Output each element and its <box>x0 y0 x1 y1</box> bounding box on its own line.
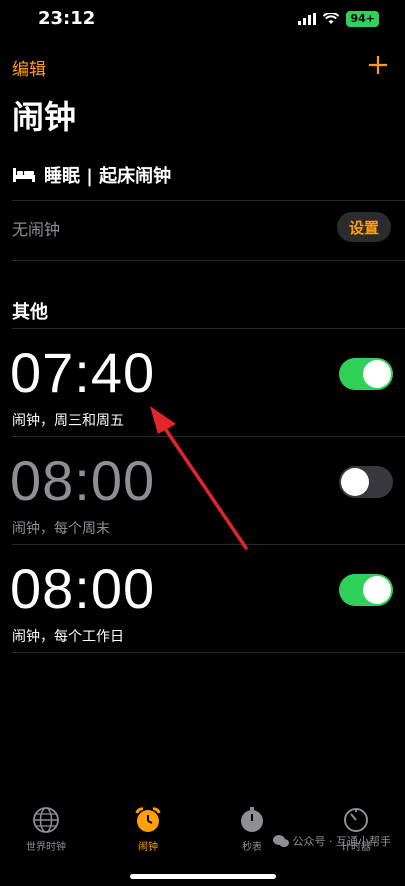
bed-icon <box>13 168 35 182</box>
page-title: 闹钟 <box>12 98 77 136</box>
alarm-time: 07:40 <box>10 341 156 404</box>
tab-alarm[interactable]: 闹钟 <box>108 806 188 853</box>
alarm-clock-icon <box>135 807 161 832</box>
edit-button[interactable]: 编辑 <box>12 55 46 80</box>
status-icons: 94+ <box>298 11 379 27</box>
toggle-knob <box>363 360 391 388</box>
signal-icon <box>298 13 317 25</box>
divider <box>12 652 405 653</box>
globe-icon <box>33 807 59 833</box>
tab-label: 闹钟 <box>138 842 158 853</box>
status-time: 23:12 <box>38 8 96 29</box>
status-bar: 23:12 94+ <box>0 0 405 40</box>
divider <box>12 260 405 261</box>
divider <box>12 328 405 329</box>
alarm-row[interactable]: 07:40 闹钟，周三和周五 <box>0 330 405 438</box>
divider <box>12 544 405 545</box>
alarm-toggle[interactable] <box>339 574 393 606</box>
tab-world-clock[interactable]: 世界时钟 <box>6 806 86 853</box>
tab-label: 世界时钟 <box>26 842 66 853</box>
sleep-section-header: 睡眠 | 起床闹钟 <box>12 162 171 188</box>
wifi-icon <box>323 13 340 24</box>
sleep-section-title: 睡眠 | 起床闹钟 <box>44 166 172 187</box>
alarm-label: 闹钟，每个工作日 <box>12 629 124 645</box>
alarm-toggle[interactable] <box>339 358 393 390</box>
no-alarm-text: 无闹钟 <box>12 220 61 239</box>
toggle-knob <box>363 576 391 604</box>
watermark: 公众号 · 互通小帮手 <box>272 833 392 849</box>
tab-label: 秒表 <box>242 842 262 853</box>
battery-indicator: 94+ <box>346 11 379 27</box>
add-alarm-button[interactable] <box>365 52 391 78</box>
toggle-knob <box>341 468 369 496</box>
divider <box>12 200 405 201</box>
alarm-time: 08:00 <box>10 449 156 512</box>
alarm-row[interactable]: 08:00 闹钟，每个工作日 <box>0 546 405 654</box>
alarm-time: 08:00 <box>10 557 156 620</box>
alarm-row[interactable]: 08:00 闹钟，每个周末 <box>0 438 405 546</box>
setup-button[interactable]: 设置 <box>337 212 391 242</box>
home-indicator[interactable] <box>130 874 276 879</box>
alarm-label: 闹钟，周三和周五 <box>12 413 124 429</box>
stopwatch-icon <box>241 807 263 832</box>
divider <box>12 436 405 437</box>
wechat-icon <box>272 834 289 847</box>
watermark-text: 公众号 · 互通小帮手 <box>292 835 392 848</box>
timer-icon <box>344 808 368 832</box>
nav-bar: 编辑 <box>0 50 405 84</box>
other-section-title: 其他 <box>12 302 48 323</box>
plus-icon <box>369 56 387 74</box>
alarm-toggle[interactable] <box>339 466 393 498</box>
alarm-label: 闹钟，每个周末 <box>12 521 110 537</box>
